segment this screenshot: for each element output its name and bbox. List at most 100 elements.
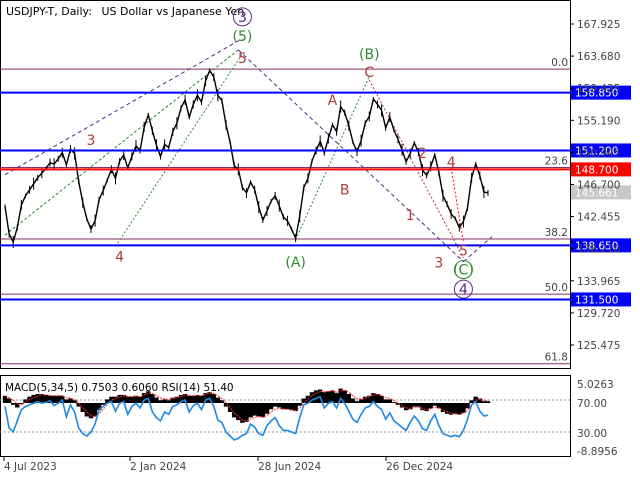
- wave-label-1: 4: [115, 250, 124, 266]
- wave-label-15: (C): [453, 262, 474, 278]
- macd-bar-93: [383, 399, 388, 403]
- macd-bar-2: [10, 403, 16, 405]
- macd-bar-95: [391, 402, 397, 403]
- wave-label-6: A: [328, 93, 338, 109]
- time-label-2: 28 Jun 2024: [258, 461, 321, 473]
- macd-bar-45: [186, 395, 192, 403]
- macd-bar-94: [387, 399, 392, 403]
- fibonacci-levels: 0.0 23.6 38.2 50.0 61.8: [0, 57, 570, 365]
- wave-label-8: C: [364, 65, 374, 81]
- wave-label-9: (B): [359, 47, 380, 63]
- indicator-tick-1: 70.00: [577, 398, 607, 410]
- macd-bar-104: [428, 403, 433, 409]
- wave-labels: 345(5)3(A)ABC(B)12345(C)4: [86, 7, 474, 299]
- macd-bar-4: [19, 403, 24, 404]
- usdjpy-daily-chart: USDJPY-T, Daily: US Dollar vs Japanese Y…: [0, 0, 631, 473]
- macd-bar-66: [272, 403, 278, 407]
- macd-bar-36: [150, 394, 155, 403]
- macd-bar-118: [485, 401, 491, 403]
- macd-bar-56: [232, 403, 237, 418]
- time-label-3: 26 Dec 2024: [386, 461, 453, 473]
- macd-bar-91: [375, 394, 380, 403]
- macd-bar-100: [412, 403, 417, 407]
- indicator-tick-0: 5.0263: [577, 379, 614, 391]
- fib-label-61.8: 61.8: [545, 352, 568, 364]
- fib-label-0.0: 0.0: [551, 57, 568, 69]
- level-text-131.500: 131.500: [575, 294, 618, 306]
- macd-bar-65: [268, 403, 274, 410]
- wave-label-2: 5: [238, 51, 247, 67]
- price-series: [4, 68, 489, 248]
- indicator-tick-3: -8.8956: [577, 446, 618, 458]
- macd-bar-15: [64, 399, 69, 403]
- macd-bar-113: [465, 403, 470, 409]
- time-label-1: 2 Jan 2024: [130, 461, 187, 473]
- time-label-0: 4 Jul 2023: [4, 461, 57, 473]
- macd-bar-40: [166, 400, 171, 403]
- wave-label-14: 5: [459, 244, 468, 260]
- price-tick-label-155.190: 155.190: [577, 115, 620, 127]
- wave-label-4: 3: [238, 10, 247, 26]
- level-text-148.700: 148.700: [575, 164, 618, 176]
- macd-bar-68: [281, 403, 286, 410]
- price-tick-label-129.720: 129.720: [577, 308, 620, 320]
- wave-label-13: 4: [447, 155, 456, 171]
- price-tick-label-167.925: 167.925: [577, 19, 620, 31]
- macd-bar-32: [133, 395, 139, 403]
- fib-label-38.2: 38.2: [545, 227, 568, 239]
- price-tick-label-146.700: 146.700: [577, 180, 620, 192]
- macd-bar-47: [195, 394, 200, 403]
- price-tick-label-138.210: 138.210: [577, 244, 620, 256]
- macd-bar-87: [358, 399, 364, 403]
- macd-bar-19: [80, 403, 85, 412]
- price-tick-label-159.435: 159.435: [577, 83, 620, 95]
- macd-bar-46: [191, 395, 196, 403]
- macd-bar-73: [301, 398, 307, 403]
- wave-label-11: 2: [418, 146, 427, 162]
- macd-bar-59: [244, 403, 249, 422]
- price-tick-label-125.475: 125.475: [577, 340, 620, 352]
- wave-label-0: 3: [86, 133, 95, 149]
- macd-bar-39: [162, 399, 167, 403]
- macd-bar-85: [350, 398, 356, 403]
- macd-bar-33: [137, 396, 143, 403]
- macd-bar-111: [457, 403, 462, 415]
- macd-bar-63: [260, 403, 266, 418]
- indicator-tick-2: 30.00: [577, 428, 607, 440]
- macd-bar-17: [72, 400, 77, 403]
- macd-bar-84: [346, 394, 352, 403]
- macd-bar-37: [154, 397, 159, 403]
- macd-bar-12: [51, 395, 57, 403]
- macd-bar-62: [256, 403, 261, 417]
- macd-bar-3: [15, 403, 20, 408]
- price-line: [4, 68, 489, 244]
- trendline-correction: [237, 49, 464, 262]
- macd-bar-69: [285, 403, 290, 410]
- macd-bar-22: [92, 403, 98, 417]
- symbol-description: US Dollar vs Japanese Yen: [101, 5, 244, 18]
- chart-title: USDJPY-T, Daily: US Dollar vs Japanese Y…: [6, 5, 244, 18]
- wave-label-3: (5): [232, 29, 252, 45]
- macd-bar-38: [158, 400, 163, 403]
- macd-bar-61: [252, 403, 257, 416]
- price-tick-label-142.455: 142.455: [577, 212, 620, 224]
- macd-bar-86: [354, 401, 360, 403]
- trendline-target: [450, 167, 464, 243]
- macd-bar-30: [125, 396, 130, 403]
- wave-label-7: B: [340, 182, 350, 198]
- trendline-lower: [4, 49, 239, 236]
- wave-label-5: (A): [285, 255, 306, 271]
- price-tick-label-133.965: 133.965: [577, 276, 620, 288]
- wave-label-16: 4: [459, 282, 468, 298]
- macd-bar-79: [326, 391, 331, 403]
- horizontal-levels: 158.850151.200148.700138.650131.500145.6…: [0, 85, 631, 307]
- macd-bar-16: [68, 398, 73, 403]
- macd-bar-92: [379, 395, 384, 403]
- fib-label-50.0: 50.0: [545, 282, 568, 294]
- macd-bar-110: [453, 403, 458, 414]
- macd-bar-112: [461, 403, 466, 413]
- macd-bar-78: [322, 392, 327, 403]
- time-axis: 4 Jul 2023 2 Jan 2024 28 Jun 2024 26 Dec 20…: [3, 456, 453, 473]
- wave-label-12: 3: [434, 256, 443, 272]
- fib-label-23.6: 23.6: [545, 155, 569, 167]
